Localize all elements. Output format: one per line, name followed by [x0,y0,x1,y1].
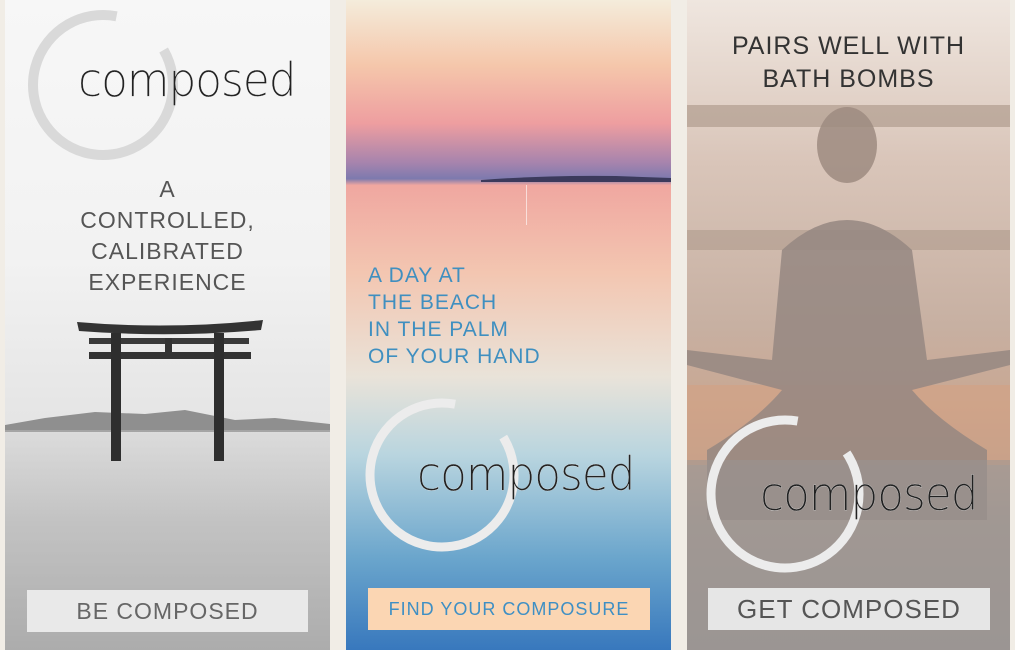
logo-wordmark: composed [417,447,636,501]
headline-line: A DAY AT [368,264,466,287]
headline-line: EXPERIENCE [88,269,247,295]
logo-wordmark: composed [760,467,979,521]
banner-be-composed[interactable]: composed A CONTROLLED, CALIBRATED EXPERI… [5,0,330,650]
banner-find-your-composure[interactable]: A DAY AT THE BEACH IN THE PALM OF YOUR H… [346,0,671,650]
headline-line: CALIBRATED [91,238,244,264]
headline-line: BATH BOMBS [762,65,935,93]
headline: A CONTROLLED, CALIBRATED EXPERIENCE [5,174,330,298]
headline-line: IN THE PALM [368,318,509,341]
headline-line: CONTROLLED, [80,207,255,233]
headline-line: PAIRS WELL WITH [731,32,966,60]
be-composed-button[interactable]: BE COMPOSED [27,590,308,632]
headline-line: THE BEACH [368,291,498,314]
headline: PAIRS WELL WITH BATH BOMBS [687,30,1010,96]
headline: A DAY AT THE BEACH IN THE PALM OF YOUR H… [368,262,541,370]
headline-line: A [159,176,176,202]
banner-get-composed[interactable]: PAIRS WELL WITH BATH BOMBS composed GET … [687,0,1010,650]
find-your-composure-button[interactable]: FIND YOUR COMPOSURE [368,588,650,630]
headline-line: OF YOUR HAND [368,345,541,368]
get-composed-button[interactable]: GET COMPOSED [708,588,990,630]
logo-wordmark: composed [78,53,297,107]
